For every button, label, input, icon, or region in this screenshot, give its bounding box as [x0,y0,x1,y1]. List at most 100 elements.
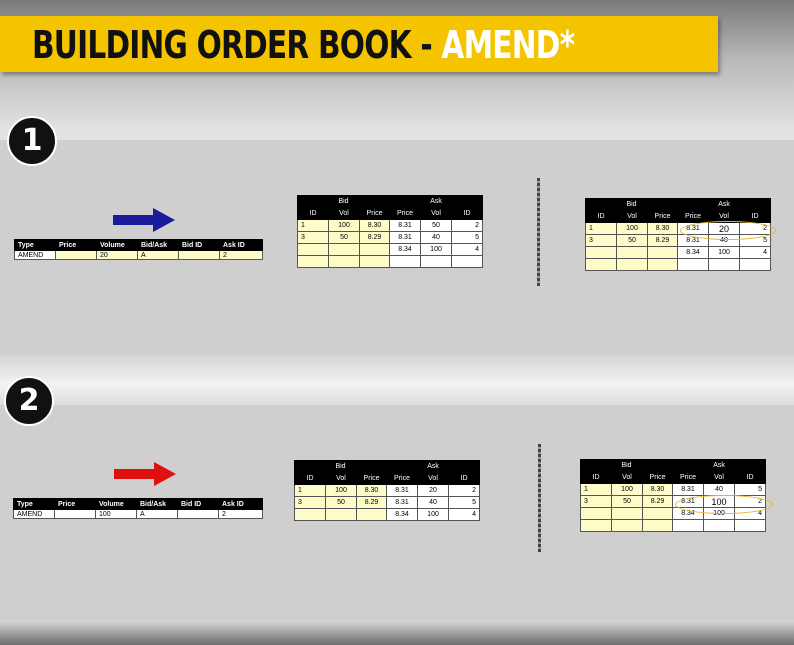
table-cell [677,258,710,271]
table-cell: 50 [420,219,453,232]
table-cell: 5 [448,496,481,509]
column-header: Vol [417,472,450,485]
table-cell [616,258,648,271]
table-cell: 3 [294,496,326,509]
table-cell [672,519,705,532]
table-cell: 1 [297,219,329,232]
table-cell: 100 [611,483,643,496]
column-header: ID [297,207,329,220]
order-row: AMEND 100 A 2 [13,509,263,519]
panel-gap [0,355,794,405]
table-cell: 8.30 [641,483,674,496]
divider [537,178,540,286]
table-cell [641,519,674,532]
table-cell [646,258,679,271]
order-header: Bid/Ask [137,239,179,251]
column-header: Price [677,210,710,223]
column-header: ID [580,471,612,484]
table-cell: 8.29 [646,234,679,247]
table-cell: 100 [325,484,357,497]
table-row [585,258,772,271]
order-header: Price [55,239,97,251]
table-cell [580,519,612,532]
table-cell: 4 [451,243,484,256]
ask-group-header: Ask [389,195,484,208]
page-title: BUILDING ORDER BOOK - AMEND* [32,21,575,69]
table-cell [328,243,360,256]
ask-group-header: Ask [677,198,772,211]
order-cell: AMEND [14,250,56,260]
table-cell: 50 [328,231,360,244]
table-cell: 8.29 [355,496,388,509]
table-cell: 8.29 [641,495,674,508]
bid-group-header: Bid [579,459,674,472]
order-cell: 2 [218,509,263,519]
table-cell [708,258,741,271]
table-cell [325,508,357,521]
table-cell: 8.34 [677,246,710,259]
table-cell [355,508,388,521]
table-cell: 8.31 [386,484,419,497]
table-cell [611,507,643,520]
table-cell: 100 [417,508,450,521]
arrow-right-icon [113,208,175,232]
table-cell: 8.34 [386,508,419,521]
column-header: Price [389,207,422,220]
order-header: Ask ID [218,498,263,510]
table-row: 8.34 100 4 [294,508,481,521]
table-cell [703,519,736,532]
column-header: Price [358,207,391,220]
step-1-badge: 1 [7,116,57,166]
table-cell [739,258,772,271]
table-cell: 3 [297,231,329,244]
table-cell [420,255,453,268]
title-main: BUILDING ORDER BOOK - [32,23,442,67]
column-header: ID [294,472,326,485]
table-row: 1 100 8.30 8.31 20 2 [294,484,481,497]
table-cell: 8.30 [646,222,679,235]
table-cell [451,255,484,268]
table-cell: 8.31 [386,496,419,509]
order-header: Ask ID [219,239,263,251]
footer-shadow [0,620,794,645]
order-header: Bid ID [178,239,220,251]
order-book-before-2: Bid Ask ID Vol Price Price Vol ID 1 100 … [293,460,481,521]
table-cell [297,255,329,268]
column-header: Price [355,472,388,485]
order-header: Type [13,498,55,510]
table-cell [585,258,617,271]
order-cell: A [137,250,179,260]
table-cell: 50 [616,234,648,247]
table-cell: 3 [585,234,617,247]
table-cell: 40 [703,483,736,496]
table-cell [616,246,648,259]
table-cell [297,243,329,256]
table-cell [641,507,674,520]
table-row: 1 100 8.30 8.31 50 2 [297,219,484,232]
table-cell: 4 [448,508,481,521]
table-row: 1 100 8.30 8.31 40 5 [580,483,767,496]
table-cell [328,255,360,268]
order-header: Volume [96,239,138,251]
table-cell: 50 [325,496,357,509]
table-row [580,519,767,532]
column-header: ID [585,210,617,223]
order-table-1: Type Price Volume Bid/Ask Bid ID Ask ID … [14,239,263,260]
table-cell: 50 [611,495,643,508]
column-header: Price [672,471,705,484]
ask-group-header: Ask [672,459,767,472]
table-cell [358,243,391,256]
table-cell: 20 [417,484,450,497]
table-cell [646,246,679,259]
order-table-2: Type Price Volume Bid/Ask Bid ID Ask ID … [13,498,263,519]
column-header: ID [734,471,767,484]
order-cell: 100 [95,509,137,519]
order-cell [54,509,96,519]
table-cell [585,246,617,259]
order-cell [177,509,219,519]
order-row: AMEND 20 A 2 [14,250,263,260]
table-cell: 3 [580,495,612,508]
column-header: Vol [328,207,360,220]
order-cell: A [136,509,178,519]
table-cell: 2 [451,219,484,232]
